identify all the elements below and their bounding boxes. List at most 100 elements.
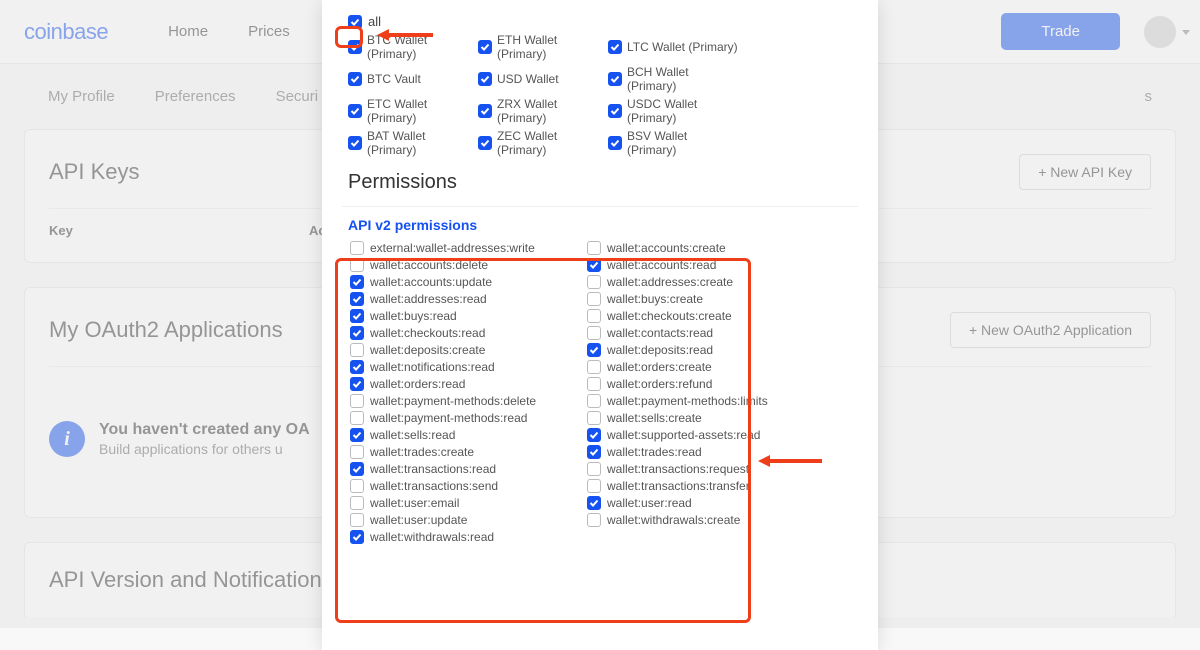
checkbox[interactable] (478, 104, 492, 118)
checkbox[interactable] (587, 377, 601, 391)
permission-item[interactable]: wallet:accounts:delete (350, 258, 587, 272)
checkbox[interactable] (350, 496, 364, 510)
permission-item[interactable]: wallet:orders:refund (587, 377, 824, 391)
avatar[interactable] (1144, 16, 1176, 48)
permission-item[interactable]: wallet:orders:read (350, 377, 587, 391)
checkbox[interactable] (478, 72, 492, 86)
checkbox[interactable] (587, 326, 601, 340)
permission-item[interactable]: wallet:addresses:read (350, 292, 587, 306)
permission-item[interactable]: wallet:checkouts:read (350, 326, 587, 340)
checkbox[interactable] (587, 462, 601, 476)
permission-item[interactable]: wallet:transactions:request (587, 462, 824, 476)
permission-item[interactable]: wallet:transactions:transfer (587, 479, 824, 493)
nav-prices[interactable]: Prices (248, 23, 290, 40)
checkbox[interactable] (350, 275, 364, 289)
permission-item[interactable]: wallet:sells:read (350, 428, 587, 442)
checkbox[interactable] (350, 462, 364, 476)
checkbox[interactable] (350, 411, 364, 425)
checkbox[interactable] (587, 241, 601, 255)
permission-item[interactable]: wallet:accounts:read (587, 258, 824, 272)
permission-item[interactable]: wallet:trades:read (587, 445, 824, 459)
wallet-item[interactable]: USD Wallet (478, 65, 608, 93)
permission-item[interactable]: wallet:contacts:read (587, 326, 824, 340)
checkbox[interactable] (587, 343, 601, 357)
permission-item[interactable]: wallet:user:read (587, 496, 824, 510)
permission-item[interactable]: wallet:sells:create (587, 411, 824, 425)
permission-item[interactable]: wallet:orders:create (587, 360, 824, 374)
permission-item[interactable]: wallet:deposits:create (350, 343, 587, 357)
wallet-item[interactable]: ETC Wallet (Primary) (348, 97, 478, 125)
checkbox[interactable] (587, 496, 601, 510)
checkbox[interactable] (350, 377, 364, 391)
permission-item[interactable]: wallet:accounts:create (587, 241, 824, 255)
permission-item[interactable]: external:wallet-addresses:write (350, 241, 587, 255)
permission-item[interactable]: wallet:checkouts:create (587, 309, 824, 323)
checkbox[interactable] (587, 394, 601, 408)
permission-item[interactable]: wallet:user:update (350, 513, 587, 527)
checkbox[interactable] (608, 40, 622, 54)
permission-item[interactable]: wallet:notifications:read (350, 360, 587, 374)
checkbox[interactable] (350, 513, 364, 527)
tab-my-profile[interactable]: My Profile (48, 88, 115, 105)
checkbox[interactable] (348, 40, 362, 54)
checkbox[interactable] (608, 136, 622, 150)
checkbox[interactable] (587, 411, 601, 425)
checkbox[interactable] (350, 360, 364, 374)
wallet-item[interactable]: ZEC Wallet (Primary) (478, 129, 608, 157)
checkbox[interactable] (587, 428, 601, 442)
wallet-item[interactable]: ZRX Wallet (Primary) (478, 97, 608, 125)
permission-item[interactable]: wallet:payment-methods:read (350, 411, 587, 425)
permission-item[interactable]: wallet:buys:read (350, 309, 587, 323)
checkbox[interactable] (350, 445, 364, 459)
checkbox[interactable] (350, 530, 364, 544)
checkbox[interactable] (348, 72, 362, 86)
checkbox[interactable] (348, 136, 362, 150)
checkbox[interactable] (587, 275, 601, 289)
checkbox[interactable] (587, 479, 601, 493)
checkbox[interactable] (587, 292, 601, 306)
checkbox[interactable] (478, 136, 492, 150)
permission-item[interactable]: wallet:payment-methods:delete (350, 394, 587, 408)
permission-item[interactable]: wallet:user:email (350, 496, 587, 510)
permission-item[interactable]: wallet:buys:create (587, 292, 824, 306)
wallet-item[interactable]: BAT Wallet (Primary) (348, 129, 478, 157)
checkbox[interactable] (350, 428, 364, 442)
wallet-item[interactable]: USDC Wallet (Primary) (608, 97, 738, 125)
new-api-key-button[interactable]: + New API Key (1019, 154, 1151, 190)
permission-item[interactable]: wallet:supported-assets:read (587, 428, 824, 442)
permission-item[interactable]: wallet:payment-methods:limits (587, 394, 824, 408)
wallet-item[interactable]: BTC Vault (348, 65, 478, 93)
wallet-item[interactable]: LTC Wallet (Primary) (608, 33, 738, 61)
logo[interactable]: coinbase (24, 19, 108, 45)
tab-security[interactable]: Securi (276, 88, 319, 105)
checkbox[interactable] (350, 343, 364, 357)
checkbox[interactable] (587, 360, 601, 374)
checkbox[interactable] (350, 292, 364, 306)
checkbox[interactable] (608, 72, 622, 86)
trade-button[interactable]: Trade (1001, 13, 1120, 50)
permission-item[interactable]: wallet:withdrawals:create (587, 513, 824, 527)
checkbox[interactable] (350, 479, 364, 493)
wallet-item[interactable]: BCH Wallet (Primary) (608, 65, 738, 93)
checkbox[interactable] (587, 445, 601, 459)
wallet-item[interactable]: BSV Wallet (Primary) (608, 129, 738, 157)
checkbox[interactable] (587, 258, 601, 272)
permission-item[interactable]: wallet:addresses:create (587, 275, 824, 289)
checkbox[interactable] (350, 258, 364, 272)
permission-item[interactable]: wallet:deposits:read (587, 343, 824, 357)
permission-item[interactable]: wallet:transactions:read (350, 462, 587, 476)
checkbox[interactable] (478, 40, 492, 54)
checkbox-all[interactable] (348, 15, 362, 29)
checkbox[interactable] (608, 104, 622, 118)
wallet-item[interactable]: ETH Wallet (Primary) (478, 33, 608, 61)
wallet-item[interactable]: BTC Wallet (Primary) (348, 33, 478, 61)
checkbox[interactable] (350, 326, 364, 340)
checkbox[interactable] (350, 241, 364, 255)
checkbox[interactable] (587, 309, 601, 323)
new-oauth-button[interactable]: + New OAuth2 Application (950, 312, 1151, 348)
tab-preferences[interactable]: Preferences (155, 88, 236, 105)
permission-item[interactable]: wallet:accounts:update (350, 275, 587, 289)
nav-home[interactable]: Home (168, 23, 208, 40)
permission-item[interactable]: wallet:transactions:send (350, 479, 587, 493)
checkbox[interactable] (350, 394, 364, 408)
